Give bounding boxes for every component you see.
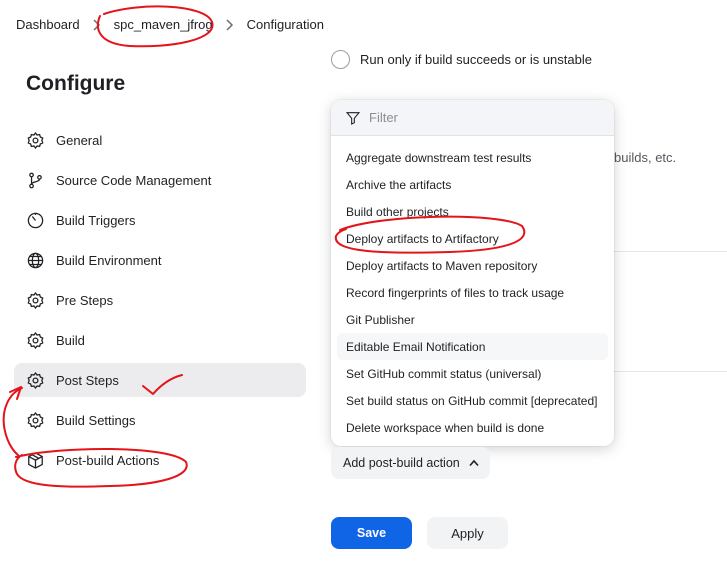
filter-icon (345, 111, 361, 125)
add-post-build-action-button[interactable]: Add post-build action (331, 447, 490, 479)
page-title: Configure (26, 72, 126, 95)
sidebar-item-label: Post-build Actions (56, 452, 160, 468)
sidebar-item-source-code-management[interactable]: Source Code Management (14, 163, 306, 197)
option-set-github-commit-status[interactable]: Set GitHub commit status (universal) (337, 360, 608, 387)
sidebar-item-label: Pre Steps (56, 292, 114, 308)
option-editable-email-notification[interactable]: Editable Email Notification (337, 333, 608, 360)
divider (614, 371, 727, 372)
partially-hidden-text: builds, etc. (614, 150, 677, 165)
option-deploy-artifacts-to-maven-repository[interactable]: Deploy artifacts to Maven repository (337, 252, 608, 279)
sidebar-item-pre-steps[interactable]: Pre Steps (14, 283, 306, 317)
radio-button[interactable] (331, 50, 350, 69)
option-aggregate-downstream-test-results[interactable]: Aggregate downstream test results (337, 144, 608, 171)
sidebar-item-label: Build Settings (56, 412, 136, 428)
apply-button[interactable]: Apply (427, 517, 508, 549)
timer-icon (24, 209, 46, 231)
option-delete-workspace[interactable]: Delete workspace when build is done (337, 414, 608, 441)
breadcrumb-job[interactable]: spc_maven_jfrog (114, 17, 213, 32)
gear-icon (24, 289, 46, 311)
options-list: Aggregate downstream test results Archiv… (337, 144, 608, 441)
filter-input[interactable] (369, 110, 589, 125)
sidebar-item-build-environment[interactable]: Build Environment (14, 243, 306, 277)
sidebar-item-label: Build Environment (56, 252, 162, 268)
option-record-fingerprints[interactable]: Record fingerprints of files to track us… (337, 279, 608, 306)
sidebar-item-label: Post Steps (56, 372, 119, 388)
gear-icon (24, 369, 46, 391)
sidebar-item-label: Build (56, 332, 85, 348)
option-build-other-projects[interactable]: Build other projects (337, 198, 608, 225)
breadcrumb: Dashboard spc_maven_jfrog Configuration (0, 0, 727, 48)
sidebar-item-build[interactable]: Build (14, 323, 306, 357)
breadcrumb-dashboard[interactable]: Dashboard (16, 17, 80, 32)
globe-icon (24, 249, 46, 271)
save-button[interactable]: Save (331, 517, 412, 549)
sidebar: General Source Code Management Build Tri… (14, 123, 306, 483)
filter-bar (331, 100, 614, 136)
gear-icon (24, 129, 46, 151)
sidebar-item-post-build-actions[interactable]: Post-build Actions (14, 443, 306, 477)
sidebar-item-label: Build Triggers (56, 212, 136, 228)
sidebar-item-label: Source Code Management (56, 172, 212, 188)
sidebar-item-build-settings[interactable]: Build Settings (14, 403, 306, 437)
post-build-action-dropdown: Aggregate downstream test results Archiv… (331, 100, 614, 446)
divider (614, 251, 727, 252)
breadcrumb-configuration[interactable]: Configuration (247, 17, 324, 32)
sidebar-item-build-triggers[interactable]: Build Triggers (14, 203, 306, 237)
gear-icon (24, 329, 46, 351)
add-post-build-action-label: Add post-build action (343, 456, 460, 470)
sidebar-item-post-steps[interactable]: Post Steps (14, 363, 306, 397)
chevron-right-icon (223, 17, 237, 32)
chevron-up-icon (469, 459, 479, 467)
run-only-label: Run only if build succeeds or is unstabl… (360, 52, 592, 67)
branch-icon (24, 169, 46, 191)
sidebar-item-label: General (56, 132, 103, 148)
sidebar-item-general[interactable]: General (14, 123, 306, 157)
option-git-publisher[interactable]: Git Publisher (337, 306, 608, 333)
option-deploy-artifacts-to-artifactory[interactable]: Deploy artifacts to Artifactory (337, 225, 608, 252)
option-archive-the-artifacts[interactable]: Archive the artifacts (337, 171, 608, 198)
run-only-option[interactable]: Run only if build succeeds or is unstabl… (331, 50, 592, 69)
option-set-build-status-github-deprecated[interactable]: Set build status on GitHub commit [depre… (337, 387, 608, 414)
gear-icon (24, 409, 46, 431)
chevron-right-icon (90, 17, 104, 32)
package-icon (24, 449, 46, 471)
